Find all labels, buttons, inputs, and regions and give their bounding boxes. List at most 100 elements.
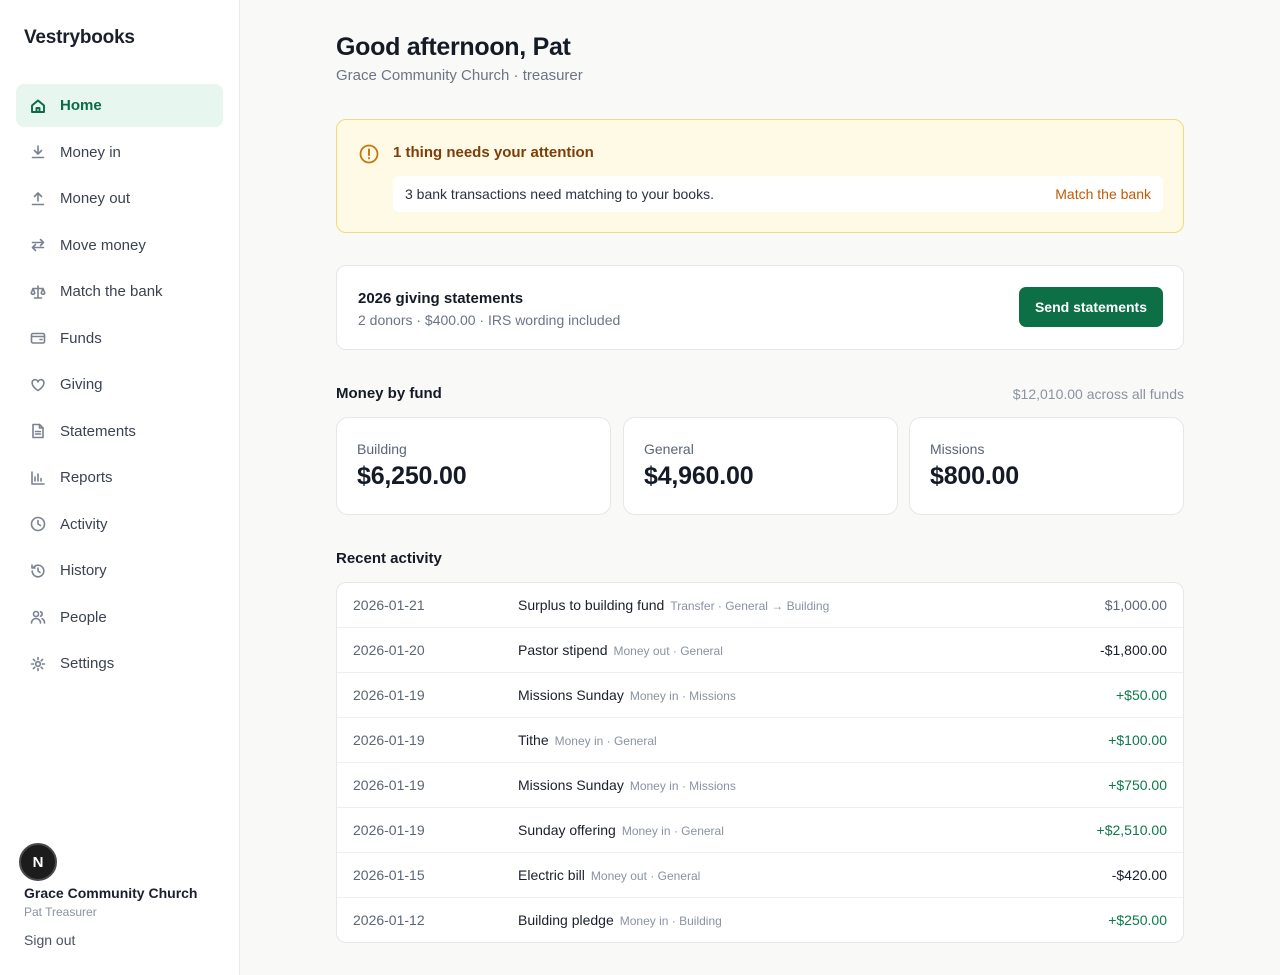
attention-alert: 1 thing needs your attention 3 bank tran… xyxy=(336,119,1184,233)
history-icon xyxy=(30,563,46,579)
alert-circle-icon xyxy=(359,144,379,164)
fund-card-general[interactable]: General $4,960.00 xyxy=(623,417,898,515)
giving-statements-card: 2026 giving statements 2 donors · $400.0… xyxy=(336,265,1184,350)
row-title: Sunday offering xyxy=(518,822,616,838)
gear-icon xyxy=(30,656,46,672)
fund-card-missions[interactable]: Missions $800.00 xyxy=(909,417,1184,515)
sidebar-item-money-in[interactable]: Money in xyxy=(16,131,223,174)
fund-label: General xyxy=(644,441,694,457)
brand-logo-text: Vestrybooks xyxy=(24,27,135,48)
row-description: Electric bill Money out · General xyxy=(518,867,700,883)
row-meta: Money in · Missions xyxy=(629,689,736,703)
row-amount: +$100.00 xyxy=(1108,732,1167,748)
fund-balance: $800.00 xyxy=(930,462,1019,490)
row-description: Missions Sunday Money in · Missions xyxy=(518,777,736,793)
row-meta: Money in · Building xyxy=(619,914,722,928)
send-statements-button[interactable]: Send statements xyxy=(1019,287,1163,327)
row-meta: Money out · General xyxy=(590,869,701,883)
sidebar-item-label: Move money xyxy=(60,236,146,254)
row-amount: -$1,800.00 xyxy=(1100,642,1167,658)
sidebar-item-label: People xyxy=(60,608,107,626)
transfer-icon xyxy=(30,237,46,253)
sidebar-item-settings[interactable]: Settings xyxy=(16,642,223,685)
table-row[interactable]: 2026-01-15 Electric bill Money out · Gene… xyxy=(337,853,1183,898)
sidebar-item-activity[interactable]: Activity xyxy=(16,503,223,546)
funds-total: $12,010.00 across all funds xyxy=(1012,386,1184,402)
fund-card-building[interactable]: Building $6,250.00 xyxy=(336,417,611,515)
table-row[interactable]: 2026-01-12 Building pledge Money in · Bui… xyxy=(337,898,1183,942)
row-meta: Money in · General xyxy=(621,824,724,838)
wallet-icon xyxy=(30,330,46,346)
scale-icon xyxy=(30,284,46,300)
sidebar-item-label: Statements xyxy=(60,422,136,440)
row-description: Pastor stipend Money out · General xyxy=(518,642,723,658)
row-description: Surplus to building fund Transfer · Gener… xyxy=(518,597,829,613)
sidebar-item-label: Money out xyxy=(60,190,131,207)
avatar[interactable]: N xyxy=(19,843,57,881)
fund-balance: $4,960.00 xyxy=(644,462,754,490)
statements-subtitle: 2 donors · $400.00 · IRS wording include… xyxy=(358,312,621,328)
fund-balance: $6,250.00 xyxy=(357,462,467,490)
row-amount: +$250.00 xyxy=(1108,912,1167,928)
row-title: Missions Sunday xyxy=(518,687,624,703)
row-title: Building pledge xyxy=(518,912,614,928)
row-amount: +$750.00 xyxy=(1108,777,1167,793)
sidebar-item-label: Match the bank xyxy=(60,283,163,300)
alert-message: 3 bank transactions need matching to you… xyxy=(405,186,714,202)
table-row[interactable]: 2026-01-20 Pastor stipend Money out · Gen… xyxy=(337,628,1183,673)
row-date: 2026-01-19 xyxy=(353,732,425,748)
page-title: Good afternoon, Pat xyxy=(336,33,571,61)
sidebar-item-funds[interactable]: Funds xyxy=(16,317,223,360)
sidebar-item-money-out[interactable]: Money out xyxy=(16,177,223,220)
sidebar-item-statements[interactable]: Statements xyxy=(16,410,223,453)
home-icon xyxy=(30,98,46,114)
sidebar-item-label: Funds xyxy=(60,329,102,347)
table-row[interactable]: 2026-01-19 Sunday offering Money in · Gen… xyxy=(337,808,1183,853)
org-name: Grace Community Church xyxy=(24,885,198,901)
download-icon xyxy=(30,144,46,160)
alert-title: 1 thing needs your attention xyxy=(393,144,594,161)
funds-section-title: Money by fund xyxy=(336,385,442,402)
sidebar-item-label: Reports xyxy=(60,469,113,486)
row-title: Surplus to building fund xyxy=(518,597,665,613)
row-meta: Money in · General xyxy=(554,734,657,748)
sidebar-item-label: Settings xyxy=(60,655,115,672)
row-title: Tithe xyxy=(518,732,549,748)
row-date: 2026-01-12 xyxy=(353,912,425,928)
row-title: Missions Sunday xyxy=(518,777,624,793)
row-date: 2026-01-21 xyxy=(353,597,425,613)
row-meta: Money in · Missions xyxy=(629,779,736,793)
sidebar-item-reports[interactable]: Reports xyxy=(16,456,223,499)
document-icon xyxy=(30,423,46,439)
row-date: 2026-01-20 xyxy=(353,642,425,658)
row-amount: +$2,510.00 xyxy=(1096,822,1167,838)
sidebar-item-home[interactable]: Home xyxy=(16,84,223,127)
sidebar-item-label: History xyxy=(60,562,107,579)
table-row[interactable]: 2026-01-21 Surplus to building fund Trans… xyxy=(337,583,1183,628)
sidebar-item-history[interactable]: History xyxy=(16,549,223,592)
row-description: Tithe Money in · General xyxy=(518,732,657,748)
table-row[interactable]: 2026-01-19 Missions Sunday Money in · Mis… xyxy=(337,673,1183,718)
row-meta: Money out · General xyxy=(613,644,723,658)
sidebar-item-label: Money in xyxy=(60,143,121,161)
sidebar-item-giving[interactable]: Giving xyxy=(16,363,223,406)
sidebar-item-people[interactable]: People xyxy=(16,596,223,639)
row-date: 2026-01-15 xyxy=(353,867,425,883)
row-description: Missions Sunday Money in · Missions xyxy=(518,687,736,703)
sign-out-link[interactable]: Sign out xyxy=(24,932,75,948)
table-row[interactable]: 2026-01-19 Tithe Money in · General +$100… xyxy=(337,718,1183,763)
sidebar-item-label: Activity xyxy=(60,515,108,533)
user-name: Pat Treasurer xyxy=(24,905,97,919)
heart-icon xyxy=(30,377,46,393)
row-amount: $1,000.00 xyxy=(1104,597,1167,613)
table-row[interactable]: 2026-01-19 Missions Sunday Money in · Mis… xyxy=(337,763,1183,808)
activity-section-title: Recent activity xyxy=(336,550,442,567)
clock-icon xyxy=(30,516,46,532)
statements-title: 2026 giving statements xyxy=(358,290,524,307)
match-the-bank-link[interactable]: Match the bank xyxy=(1055,186,1151,202)
sidebar-item-move-money[interactable]: Move money xyxy=(16,224,223,267)
sidebar-item-match-the-bank[interactable]: Match the bank xyxy=(16,270,223,313)
row-amount: -$420.00 xyxy=(1111,867,1167,883)
sidebar-item-label: Home xyxy=(60,97,102,114)
sidebar-item-label: Giving xyxy=(60,376,103,393)
